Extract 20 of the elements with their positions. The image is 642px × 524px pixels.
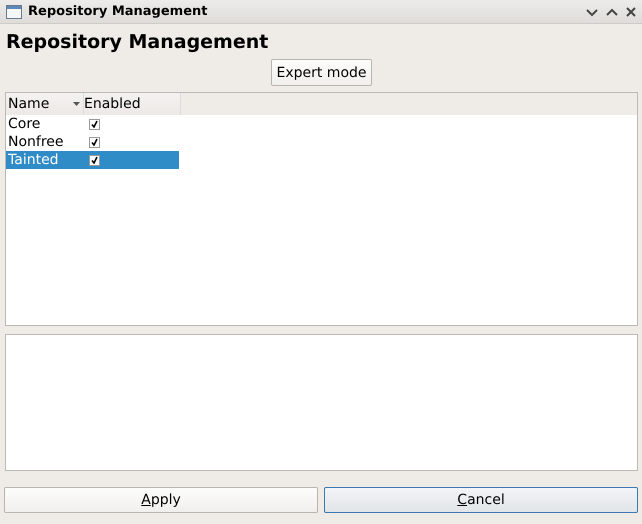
repository-name: Nonfree: [7, 134, 65, 150]
minimize-icon[interactable]: [586, 6, 598, 16]
checkbox[interactable]: [89, 154, 100, 166]
expert-mode-button[interactable]: Expert mode: [271, 59, 372, 86]
dialog-button[interactable]: Apply: [4, 487, 318, 513]
column-header[interactable]: Name: [6, 93, 84, 115]
window-title: Repository Management: [28, 4, 209, 19]
checkbox[interactable]: [89, 136, 100, 148]
table-row[interactable]: Core: [6, 115, 179, 133]
table-row[interactable]: Nonfree: [6, 133, 179, 151]
repository-name: Core: [7, 116, 42, 132]
maximize-icon[interactable]: [606, 6, 618, 16]
checkbox[interactable]: [89, 118, 100, 130]
repository-name: Tainted: [7, 152, 60, 168]
table-row[interactable]: Tainted: [6, 151, 179, 169]
dialog-button[interactable]: Cancel: [324, 487, 638, 513]
window-icon: [6, 4, 22, 18]
close-icon[interactable]: [626, 6, 636, 16]
page-heading: Repository Management: [6, 30, 270, 54]
column-header[interactable]: Enabled: [84, 93, 181, 115]
